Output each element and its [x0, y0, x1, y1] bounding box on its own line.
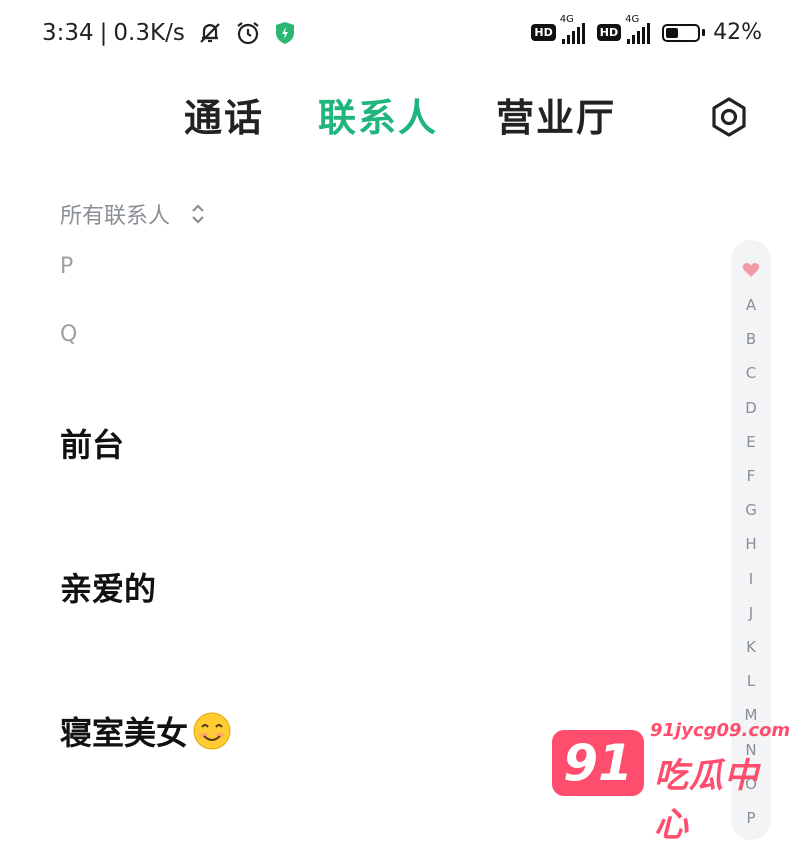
alarm-icon	[235, 20, 261, 46]
watermark-badge: 91	[552, 730, 644, 796]
index-letter-h[interactable]: H	[731, 535, 771, 553]
contact-name: 寝室美女	[60, 714, 189, 752]
signal-icon: 4G	[560, 14, 585, 44]
mute-icon	[197, 20, 223, 46]
section-header-q: Q	[60, 322, 78, 347]
shield-icon	[273, 20, 297, 46]
hd-badge-2: HD	[596, 24, 622, 41]
hd-badge-1: HD	[531, 24, 556, 41]
index-letter-b[interactable]: B	[731, 330, 771, 348]
index-letter-e[interactable]: E	[731, 433, 771, 451]
watermark-name: 吃瓜中心	[654, 756, 759, 845]
status-right: HD 4G HD 4G 42%	[531, 14, 762, 45]
index-letter-c[interactable]: C	[731, 364, 771, 382]
contact-item[interactable]: 亲爱的	[60, 564, 156, 610]
contact-item[interactable]: 前台	[60, 420, 124, 466]
contact-item[interactable]: 寝室美女	[60, 708, 232, 754]
contact-name: 亲爱的	[60, 570, 157, 608]
index-letter-i[interactable]: I	[731, 570, 771, 588]
settings-button[interactable]	[707, 95, 751, 139]
battery-icon	[662, 23, 706, 42]
index-letter-l[interactable]: L	[731, 672, 771, 690]
network-type-2: 4G	[625, 13, 640, 25]
status-time: 3:34	[42, 20, 94, 46]
index-letter-d[interactable]: D	[731, 399, 771, 417]
chevron-up-down-icon	[190, 202, 206, 226]
signal-icon: 4G	[625, 14, 651, 44]
watermark-url: 91jycg09.com	[650, 720, 791, 741]
tab-service-hall[interactable]: 营业厅	[496, 92, 616, 144]
status-separator: |	[99, 20, 108, 46]
favorites-heart-icon[interactable]	[742, 262, 760, 282]
index-letter-a[interactable]: A	[731, 296, 771, 314]
index-letter-j[interactable]: J	[731, 604, 771, 622]
contact-group-filter[interactable]: 所有联系人	[60, 198, 206, 230]
status-left: 3:34 | 0.3K/s	[42, 20, 297, 46]
index-letter-g[interactable]: G	[731, 501, 771, 519]
tab-calls[interactable]: 通话	[184, 92, 264, 144]
network-type-1: 4G	[559, 13, 574, 25]
section-header-p: P	[60, 254, 74, 279]
settings-hexagon-icon	[712, 97, 746, 137]
net-speed: 0.3K/s	[113, 20, 185, 46]
tab-bar: 通话 联系人 营业厅	[0, 92, 800, 144]
status-bar: 3:34 | 0.3K/s HD 4G HD 4G 42%	[0, 0, 800, 72]
index-letter-f[interactable]: F	[731, 467, 771, 485]
contact-name: 前台	[60, 426, 125, 464]
index-letter-k[interactable]: K	[731, 638, 771, 656]
battery-percent: 42%	[713, 20, 762, 45]
smiling-face-icon	[192, 711, 232, 751]
tab-contacts[interactable]: 联系人	[318, 92, 438, 144]
watermark-logo: 91 91jycg09.com 吃瓜中心	[552, 720, 792, 845]
filter-label: 所有联系人	[60, 204, 171, 229]
